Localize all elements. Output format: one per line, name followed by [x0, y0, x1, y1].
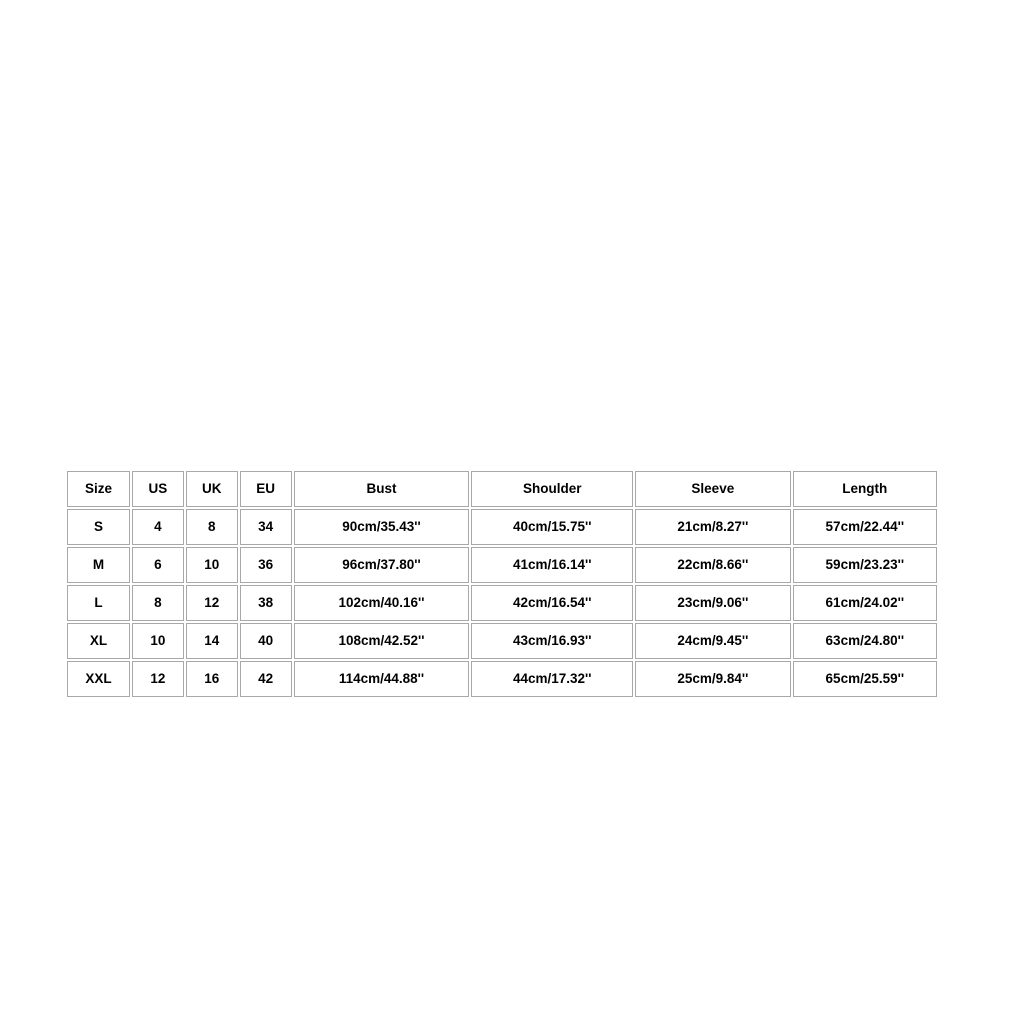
column-header-uk: UK [185, 471, 238, 507]
cell-bust: 108cm/42.52'' [293, 623, 470, 659]
cell-sleeve: 25cm/9.84'' [635, 661, 791, 697]
cell-us: 8 [132, 585, 184, 621]
cell-size: S [67, 509, 131, 545]
cell-us: 10 [132, 623, 184, 659]
size-chart-table: Size US UK EU Bust Shoulder Sleeve Lengt… [65, 469, 939, 699]
cell-bust: 102cm/40.16'' [293, 585, 470, 621]
column-header-sleeve: Sleeve [635, 471, 791, 507]
cell-length: 65cm/25.59'' [792, 661, 937, 697]
table-row: L 8 12 38 102cm/40.16'' 42cm/16.54'' 23c… [67, 585, 937, 621]
cell-length: 61cm/24.02'' [792, 585, 937, 621]
cell-us: 6 [132, 547, 184, 583]
cell-uk: 12 [185, 585, 238, 621]
cell-uk: 10 [185, 547, 238, 583]
table-row: XL 10 14 40 108cm/42.52'' 43cm/16.93'' 2… [67, 623, 937, 659]
cell-size: XL [67, 623, 131, 659]
cell-size: L [67, 585, 131, 621]
cell-bust: 96cm/37.80'' [293, 547, 470, 583]
column-header-size: Size [67, 471, 131, 507]
cell-shoulder: 43cm/16.93'' [471, 623, 634, 659]
table-header-row: Size US UK EU Bust Shoulder Sleeve Lengt… [67, 471, 937, 507]
cell-uk: 8 [185, 509, 238, 545]
cell-us: 4 [132, 509, 184, 545]
cell-bust: 90cm/35.43'' [293, 509, 470, 545]
cell-us: 12 [132, 661, 184, 697]
cell-length: 57cm/22.44'' [792, 509, 937, 545]
cell-eu: 34 [239, 509, 292, 545]
cell-shoulder: 40cm/15.75'' [471, 509, 634, 545]
cell-uk: 16 [185, 661, 238, 697]
cell-sleeve: 22cm/8.66'' [635, 547, 791, 583]
column-header-bust: Bust [293, 471, 470, 507]
cell-eu: 42 [239, 661, 292, 697]
cell-shoulder: 42cm/16.54'' [471, 585, 634, 621]
column-header-us: US [132, 471, 184, 507]
table-row: XXL 12 16 42 114cm/44.88'' 44cm/17.32'' … [67, 661, 937, 697]
cell-shoulder: 44cm/17.32'' [471, 661, 634, 697]
table-row: M 6 10 36 96cm/37.80'' 41cm/16.14'' 22cm… [67, 547, 937, 583]
cell-size: M [67, 547, 131, 583]
cell-eu: 40 [239, 623, 292, 659]
table-row: S 4 8 34 90cm/35.43'' 40cm/15.75'' 21cm/… [67, 509, 937, 545]
cell-bust: 114cm/44.88'' [293, 661, 470, 697]
cell-eu: 36 [239, 547, 292, 583]
column-header-shoulder: Shoulder [471, 471, 634, 507]
column-header-eu: EU [239, 471, 292, 507]
cell-sleeve: 21cm/8.27'' [635, 509, 791, 545]
cell-shoulder: 41cm/16.14'' [471, 547, 634, 583]
cell-size: XXL [67, 661, 131, 697]
column-header-length: Length [792, 471, 937, 507]
cell-eu: 38 [239, 585, 292, 621]
cell-uk: 14 [185, 623, 238, 659]
cell-length: 63cm/24.80'' [792, 623, 937, 659]
cell-sleeve: 23cm/9.06'' [635, 585, 791, 621]
cell-sleeve: 24cm/9.45'' [635, 623, 791, 659]
size-chart-container: Size US UK EU Bust Shoulder Sleeve Lengt… [65, 469, 939, 699]
cell-length: 59cm/23.23'' [792, 547, 937, 583]
